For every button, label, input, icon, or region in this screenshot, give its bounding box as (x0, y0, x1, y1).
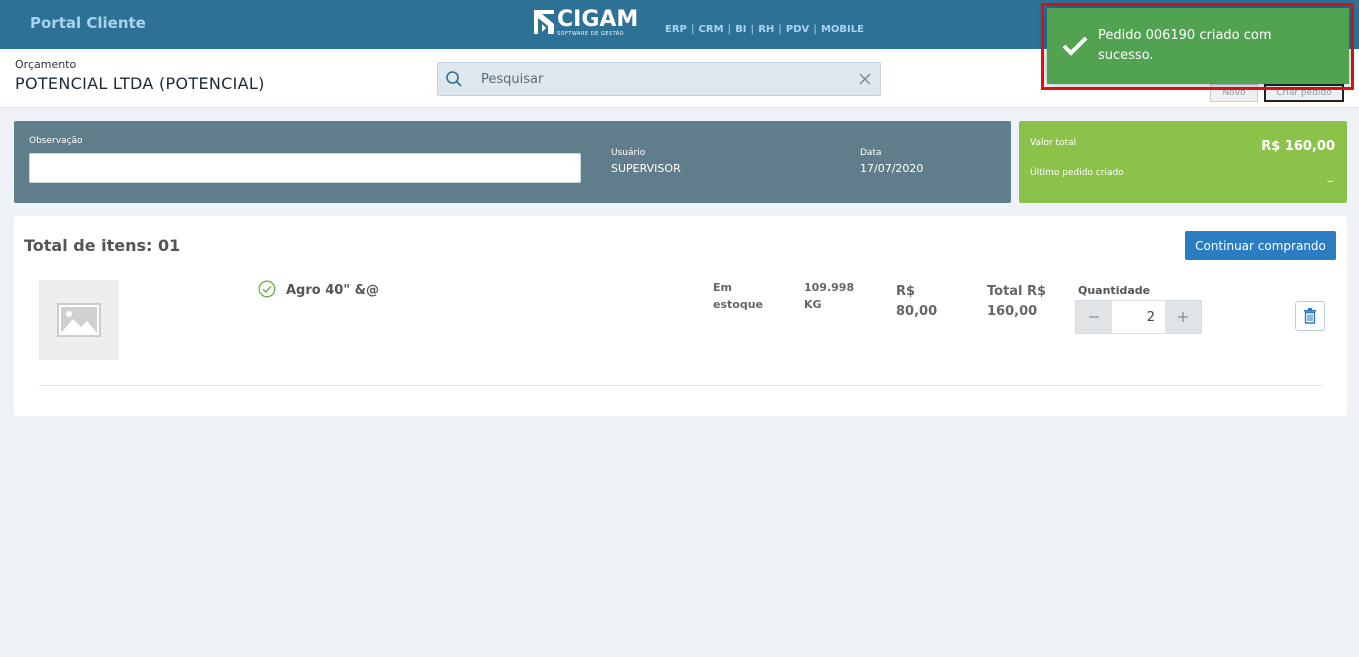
search-box (437, 62, 881, 96)
checkmark-icon (1062, 36, 1088, 56)
unit-price: R$ 80,00 (896, 282, 937, 322)
toast-message: Pedido 006190 criado com sucesso. (1098, 28, 1272, 63)
unit-price-currency: R$ (896, 284, 916, 299)
items-count: Total de itens: 01 (24, 236, 181, 255)
total-card: Valor total R$ 160,00 Último pedido cria… (1019, 121, 1347, 203)
line-total: Total R$ 160,00 (987, 282, 1046, 322)
user-value: SUPERVISOR (611, 162, 681, 175)
stock-quantity-value: 109.998 (804, 281, 855, 294)
trash-icon (1304, 308, 1316, 324)
user-label: Usuário (611, 148, 646, 158)
decrement-button[interactable] (1076, 301, 1112, 333)
plus-icon (1178, 312, 1188, 322)
logo-subtitle: SOFTWARE DE GESTÃO (557, 31, 625, 37)
continue-shopping-button[interactable]: Continuar comprando (1185, 231, 1336, 260)
items-panel: Total de itens: 01 Continuar comprando A… (14, 216, 1347, 416)
quantity-label: Quantidade (1078, 284, 1151, 297)
item-divider (39, 385, 1322, 386)
quantity-stepper: 2 (1075, 300, 1202, 334)
stock-quantity-unit: KG (804, 298, 822, 311)
portal-title[interactable]: Portal Cliente (30, 14, 146, 32)
module-mobile[interactable]: MOBILE (821, 24, 864, 35)
product-name[interactable]: Agro 40" &@ (286, 283, 379, 298)
page-title: POTENCIAL LTDA (POTENCIAL) (15, 74, 265, 93)
increment-button[interactable] (1165, 301, 1201, 333)
search-input[interactable] (470, 63, 850, 95)
module-bi[interactable]: BI (735, 24, 746, 35)
module-crm[interactable]: CRM (699, 24, 724, 35)
module-erp[interactable]: ERP (665, 24, 687, 35)
date-value: 17/07/2020 (860, 162, 924, 175)
image-placeholder-icon (57, 303, 101, 337)
delete-item-button[interactable] (1295, 301, 1325, 331)
observation-input[interactable] (29, 153, 581, 183)
cigam-logo-icon (534, 10, 554, 34)
line-total-label: Total R$ (987, 284, 1047, 299)
module-rh[interactable]: RH (758, 24, 774, 35)
order-info-card: Observação Usuário SUPERVISOR Data 17/07… (14, 121, 1011, 203)
success-toast[interactable]: Pedido 006190 criado com sucesso. (1047, 8, 1349, 84)
observation-label: Observação (29, 136, 83, 146)
quantity-input[interactable]: 2 (1112, 301, 1165, 333)
cigam-logo[interactable]: CIGAM SOFTWARE DE GESTÃO (534, 7, 639, 38)
unit-price-value: 80,00 (896, 304, 938, 319)
stock-status: Em estoque (713, 279, 773, 313)
last-order-label: Último pedido criado (1030, 168, 1124, 178)
check-circle-icon (258, 280, 276, 298)
stock-status-line1: Em (713, 281, 732, 294)
stock-quantity: 109.998 KG (804, 279, 864, 313)
line-total-value: 160,00 (987, 304, 1038, 319)
total-value: R$ 160,00 (1261, 139, 1335, 154)
module-pdv[interactable]: PDV (786, 24, 809, 35)
minus-icon (1089, 316, 1099, 318)
date-label: Data (860, 148, 882, 158)
stock-status-line2: estoque (713, 298, 763, 311)
last-order-value: _ (1327, 169, 1334, 182)
search-icon[interactable] (438, 63, 470, 95)
module-links: ERP | CRM | BI | RH | PDV | MOBILE (665, 24, 864, 35)
breadcrumb: Orçamento (15, 58, 77, 71)
total-value-label: Valor total (1030, 138, 1077, 148)
clear-icon[interactable] (858, 72, 872, 86)
product-image[interactable] (39, 280, 119, 360)
logo-text: CIGAM (557, 7, 639, 32)
